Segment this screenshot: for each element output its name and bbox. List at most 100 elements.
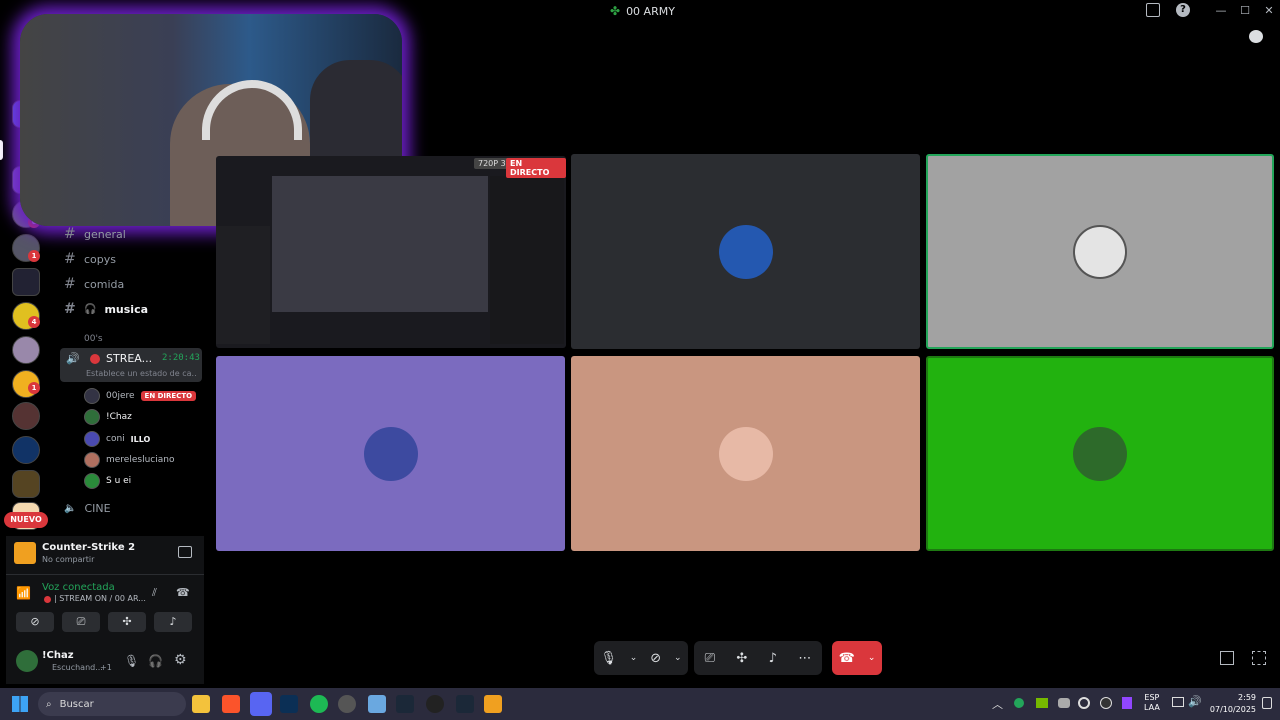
popout-icon[interactable]: [1220, 651, 1234, 665]
activities-icon[interactable]: ✣: [736, 651, 747, 666]
soundboard-button[interactable]: ♪: [154, 612, 192, 632]
voice-channel-name[interactable]: | STREAM ON / 00 AR...: [54, 594, 146, 603]
stream-chat: [490, 176, 564, 344]
member-name: merelesluciano: [106, 455, 175, 465]
chevron-down-icon[interactable]: ⌄: [630, 653, 638, 663]
server-icon[interactable]: [12, 336, 40, 364]
participant-tile-speaking[interactable]: [926, 154, 1274, 349]
photos-icon[interactable]: [368, 695, 386, 713]
live-badge: EN DIRECTO: [140, 391, 197, 401]
participant-tile[interactable]: [571, 356, 920, 551]
activities-button[interactable]: ✣: [108, 612, 146, 632]
share-screen-button[interactable]: ⎚: [62, 612, 100, 632]
notification-badge: 1: [28, 382, 40, 394]
category-header[interactable]: 00's: [84, 334, 103, 344]
settings-gear-icon[interactable]: ⚙: [174, 652, 187, 668]
channel-cine[interactable]: 🔈 CINE: [64, 502, 111, 515]
hash-icon: #: [64, 226, 76, 242]
clock[interactable]: 2:59 07/10/2025: [1204, 692, 1256, 716]
inbox-icon[interactable]: [1146, 3, 1160, 17]
tray-icon[interactable]: [1078, 697, 1090, 709]
channel-copys[interactable]: # copys: [64, 251, 116, 267]
noise-suppression-icon[interactable]: ⫽: [152, 586, 157, 600]
voice-status[interactable]: Voz conectada: [42, 582, 115, 593]
chat-bubble-icon[interactable]: [1249, 30, 1263, 43]
speaker-icon: 🔊: [66, 352, 80, 365]
photoshop-icon[interactable]: [280, 695, 298, 713]
search-box[interactable]: ⌕ Buscar: [38, 692, 186, 716]
chevron-down-icon[interactable]: ⌄: [674, 653, 682, 663]
participant-tile[interactable]: [571, 154, 920, 349]
server-icon[interactable]: [12, 268, 40, 296]
server-icon[interactable]: [12, 436, 40, 464]
hash-icon: #: [64, 251, 76, 267]
camera-off-button[interactable]: ⊘: [16, 612, 54, 632]
tray-icon[interactable]: [1036, 698, 1048, 708]
close-button[interactable]: ✕: [1260, 3, 1278, 19]
counter-strike-icon[interactable]: [484, 695, 502, 713]
spotify-icon[interactable]: [310, 695, 328, 713]
member-chaz[interactable]: !Chaz: [84, 409, 132, 425]
hash-icon: #: [64, 301, 76, 317]
member-00jere[interactable]: 00jere EN DIRECTO: [84, 388, 197, 404]
participant-tile-speaking[interactable]: [926, 356, 1274, 551]
tray-icon[interactable]: [1122, 697, 1132, 709]
server-icon[interactable]: [12, 470, 40, 498]
avatar[interactable]: [16, 650, 38, 672]
voice-channel-stream[interactable]: 🔊 STREA... 2:20:43 Establece un estado d…: [60, 348, 202, 382]
maximize-button[interactable]: ☐: [1236, 3, 1254, 19]
stream-tile[interactable]: 720P 30 EN DIRECTO: [216, 156, 566, 348]
channel-musica[interactable]: # 🎧 musica: [64, 301, 148, 317]
tray-chevron-icon[interactable]: ︿: [992, 696, 1003, 712]
network-icon[interactable]: [1172, 697, 1184, 707]
tray-icon[interactable]: [1100, 697, 1112, 709]
tray-icon[interactable]: [1014, 698, 1024, 708]
camera-off-icon[interactable]: ⊘: [650, 651, 661, 666]
voice-status: Establece un estado de ca...: [86, 369, 196, 378]
voice-channel-name: STREA...: [106, 352, 153, 365]
screen-share-icon[interactable]: [178, 546, 192, 558]
minimize-button[interactable]: —: [1212, 3, 1230, 19]
notifications-icon[interactable]: [1262, 697, 1272, 709]
stream-sidebar: [216, 226, 270, 344]
disconnect-icon[interactable]: ☎: [176, 586, 190, 599]
game-title: Counter-Strike 2: [42, 542, 136, 553]
steam-icon[interactable]: [456, 695, 474, 713]
hangup-icon: ☎: [838, 650, 855, 666]
member-name: S u ei: [106, 476, 132, 486]
help-icon[interactable]: ?: [1176, 3, 1190, 17]
tray-icon[interactable]: [1058, 698, 1070, 708]
soundboard-icon[interactable]: ♪: [769, 651, 777, 666]
brave-icon[interactable]: [222, 695, 240, 713]
steam-icon[interactable]: [396, 695, 414, 713]
language-indicator[interactable]: ESP LAA: [1144, 693, 1160, 713]
windows-start-icon[interactable]: [12, 696, 28, 712]
channel-comida[interactable]: # comida: [64, 276, 124, 292]
member-tag: ILLO: [130, 434, 151, 444]
discord-icon[interactable]: [250, 692, 272, 716]
selected-pill: [0, 140, 3, 160]
channel-label: copys: [84, 252, 117, 266]
activity-group: ⎚ ✣ ♪ ⋯: [694, 641, 822, 675]
member-merelesluciano[interactable]: merelesluciano: [84, 452, 174, 468]
participant-avatar: [718, 224, 773, 279]
file-explorer-icon[interactable]: [192, 695, 210, 713]
leave-call-button[interactable]: ☎ ⌄: [832, 641, 882, 675]
volume-icon[interactable]: 🔊: [1188, 695, 1202, 708]
member-coni[interactable]: coni ILLO: [84, 431, 150, 447]
headphones-icon[interactable]: 🎧: [148, 654, 163, 668]
user-extra: +1: [100, 663, 112, 672]
member-name: 00jere: [106, 391, 135, 401]
avatar: [84, 473, 100, 489]
microphone-icon[interactable]: 🎙: [124, 654, 139, 668]
share-screen-icon[interactable]: ⎚: [705, 651, 715, 666]
fullscreen-icon[interactable]: [1252, 651, 1266, 665]
server-icon[interactable]: [12, 402, 40, 430]
participant-tile[interactable]: [216, 356, 565, 551]
app-icon[interactable]: [338, 695, 356, 713]
channel-general[interactable]: # general: [64, 226, 126, 242]
app-icon[interactable]: [426, 695, 444, 713]
microphone-icon[interactable]: 🎙: [600, 651, 617, 666]
member-suei[interactable]: S u ei: [84, 473, 131, 489]
more-icon[interactable]: ⋯: [798, 651, 811, 666]
